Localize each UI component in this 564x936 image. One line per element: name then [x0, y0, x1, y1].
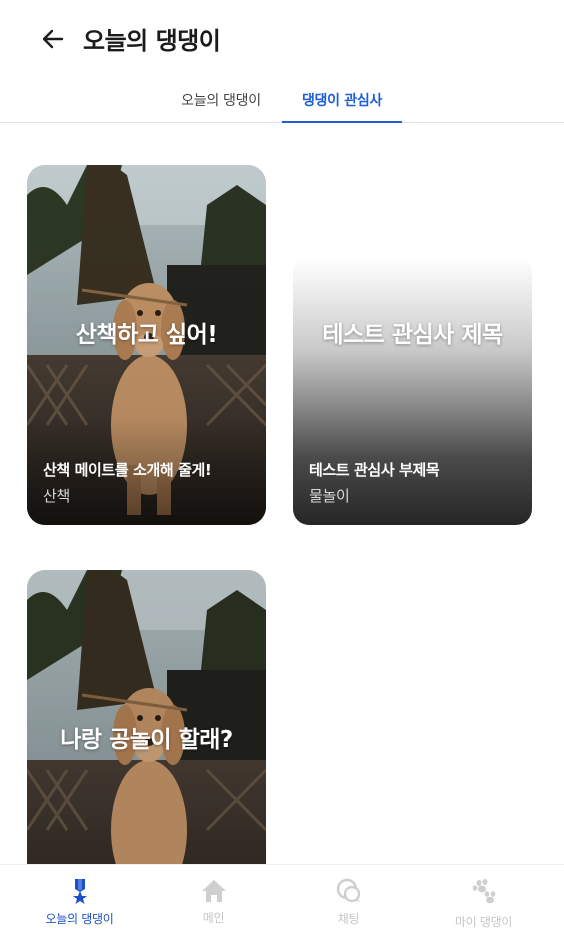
nav-chat[interactable]: 채팅: [278, 865, 419, 936]
card-title: 나랑 공놀이 할래?: [60, 727, 233, 753]
card-title: 테스트 관심사 제목: [322, 322, 503, 348]
app-screen: 오늘의 댕댕이 오늘의 댕댕이 댕댕이 관심사 산책하고 싶어! 산책 메이트를…: [0, 0, 564, 936]
chat-icon: [336, 878, 360, 903]
paw-icon: [472, 879, 495, 904]
card-title: 산책하고 싶어!: [75, 322, 218, 348]
bottom-navigation: 오늘의 댕댕이 메인 채팅 마이 댕댕이: [0, 864, 564, 936]
card-tag: 물놀이: [309, 487, 350, 505]
nav-main[interactable]: 메인: [143, 865, 284, 936]
nav-my-dog[interactable]: 마이 댕댕이: [413, 865, 554, 936]
card-tag: 산책: [43, 487, 71, 505]
interest-card[interactable]: 나랑 공놀이 할래?: [27, 570, 266, 870]
back-button[interactable]: [36, 22, 70, 56]
page-title: 오늘의 댕댕이: [83, 27, 221, 55]
nav-label: 마이 댕댕이: [454, 915, 513, 929]
card-subtitle: 산책 메이트를 소개해 줄게!: [43, 461, 212, 479]
nav-today-dog[interactable]: 오늘의 댕댕이: [9, 865, 150, 936]
card-subtitle: 테스트 관심사 부제목: [309, 461, 440, 479]
interest-card[interactable]: 테스트 관심사 제목 테스트 관심사 부제목 물놀이: [293, 256, 532, 525]
nav-label: 오늘의 댕댕이: [45, 912, 114, 926]
tab-dog-interests[interactable]: 댕댕이 관심사: [282, 78, 402, 123]
tab-today-dog[interactable]: 오늘의 댕댕이: [161, 78, 281, 122]
header: 오늘의 댕댕이: [0, 0, 564, 78]
medal-icon: [72, 879, 87, 904]
nav-label: 채팅: [337, 912, 360, 926]
home-icon: [201, 880, 226, 902]
interest-card[interactable]: 산책하고 싶어! 산책 메이트를 소개해 줄게! 산책: [27, 165, 266, 525]
nav-label: 메인: [202, 911, 225, 925]
arrow-left-icon: [42, 29, 64, 49]
tab-bar: 오늘의 댕댕이 댕댕이 관심사: [0, 78, 564, 123]
